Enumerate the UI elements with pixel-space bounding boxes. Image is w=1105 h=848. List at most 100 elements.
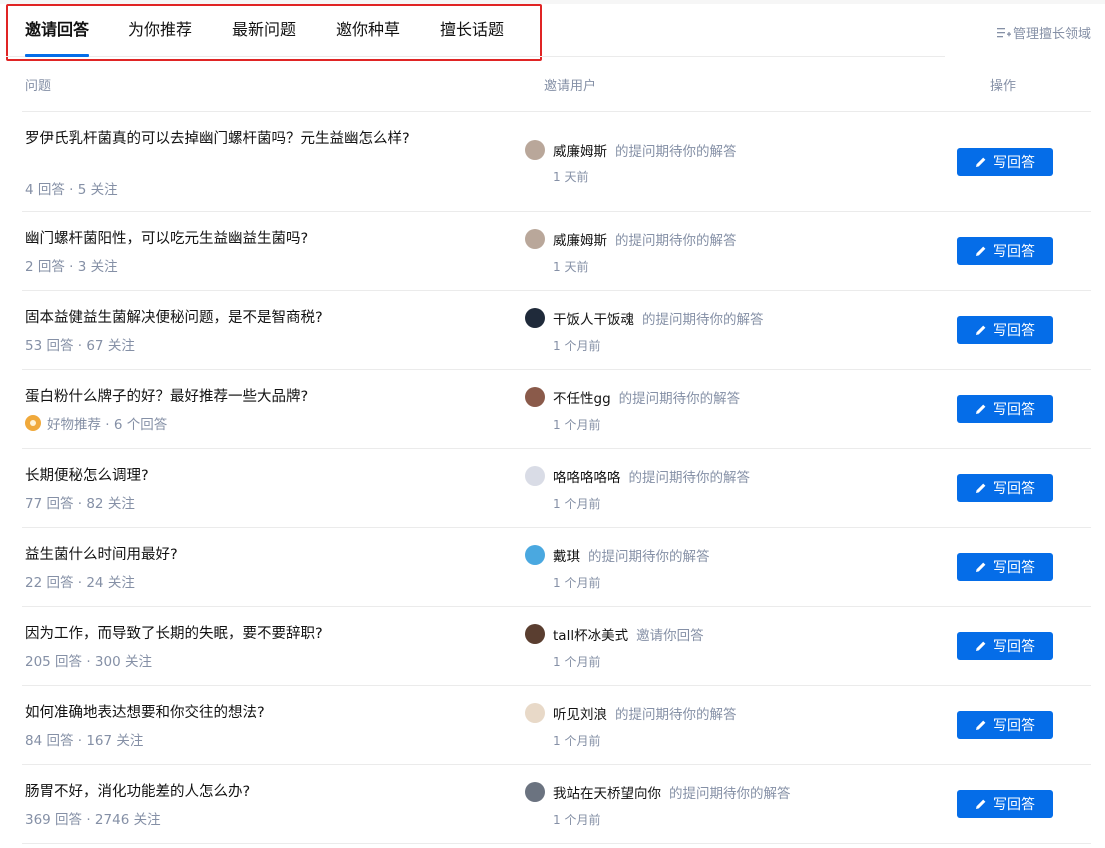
header-invited-user: 邀请用户 — [544, 79, 597, 94]
inviter-line: 干饭人干饭魂 的提问期待你的解答 — [525, 308, 764, 328]
pencil-icon — [976, 562, 986, 572]
write-answer-label: 写回答 — [993, 718, 1035, 734]
question-stats: 369 回答 · 2746 关注 — [25, 812, 161, 828]
avatar[interactable] — [525, 703, 545, 723]
inviter-line: 威廉姆斯 的提问期待你的解答 — [525, 229, 737, 249]
question-stats: 好物推荐 · 6 个回答 — [47, 417, 168, 433]
inviter-line: 不任性gg 的提问期待你的解答 — [525, 387, 740, 407]
write-answer-button[interactable]: 写回答 — [957, 553, 1053, 581]
avatar[interactable] — [525, 308, 545, 328]
inviter-name[interactable]: 咯咯咯咯咯 — [553, 466, 621, 486]
question-stats: 53 回答 · 67 关注 — [25, 338, 135, 354]
question-row: 长期便秘怎么调理? 77 回答 · 82 关注 咯咯咯咯咯 的提问期待你的解答 … — [22, 449, 1091, 528]
question-row: 益生菌什么时间用最好? 22 回答 · 24 关注 戴琪 的提问期待你的解答 1… — [22, 528, 1091, 607]
pencil-icon — [976, 720, 986, 730]
invite-message: 的提问期待你的解答 — [588, 549, 710, 565]
avatar[interactable] — [525, 140, 545, 160]
invite-message: 的提问期待你的解答 — [642, 312, 764, 328]
invite-answer-panel: 邀请回答 为你推荐 最新问题 邀你种草 擅长话题 管理擅长领域 问题 邀请用户 … — [0, 4, 1105, 848]
invite-time: 1 个月前 — [553, 497, 601, 511]
header-question: 问题 — [25, 79, 52, 94]
avatar[interactable] — [525, 387, 545, 407]
invite-message: 邀请你回答 — [636, 628, 704, 644]
pencil-icon — [976, 799, 986, 809]
invite-message: 的提问期待你的解答 — [669, 786, 791, 802]
tabs-divider — [6, 56, 945, 57]
inviter-name[interactable]: 威廉姆斯 — [553, 229, 607, 249]
avatar[interactable] — [525, 229, 545, 249]
pencil-icon — [976, 325, 986, 335]
question-title[interactable]: 如何准确地表达想要和你交往的想法? — [25, 702, 415, 724]
inviter-name[interactable]: 不任性gg — [553, 387, 611, 407]
question-title[interactable]: 肠胃不好，消化功能差的人怎么办? — [25, 781, 415, 803]
question-meta: 好物推荐 · 6 个回答 — [25, 413, 167, 433]
pencil-icon — [976, 157, 986, 167]
invite-message: 的提问期待你的解答 — [615, 233, 737, 249]
tab-recommended[interactable]: 为你推荐 — [128, 18, 192, 48]
inviter-line: 听见刘浪 的提问期待你的解答 — [525, 703, 737, 723]
invite-time: 1 天前 — [553, 260, 589, 274]
inviter-line: 威廉姆斯 的提问期待你的解答 — [525, 140, 737, 160]
pencil-icon — [976, 246, 986, 256]
inviter-name[interactable]: 干饭人干饭魂 — [553, 308, 634, 328]
write-answer-button[interactable]: 写回答 — [957, 711, 1053, 739]
manage-expertise-link[interactable]: 管理擅长领域 — [996, 23, 1091, 42]
write-answer-button[interactable]: 写回答 — [957, 148, 1053, 176]
inviter-name[interactable]: tall杯冰美式 — [553, 624, 628, 644]
inviter-name[interactable]: 威廉姆斯 — [553, 140, 607, 160]
invite-time: 1 天前 — [553, 170, 589, 184]
write-answer-button[interactable]: 写回答 — [957, 474, 1053, 502]
avatar[interactable] — [525, 782, 545, 802]
invite-time: 1 个月前 — [553, 576, 601, 590]
question-meta: 84 回答 · 167 关注 — [25, 729, 143, 749]
question-title[interactable]: 固本益健益生菌解决便秘问题，是不是智商税? — [25, 307, 415, 329]
invite-message: 的提问期待你的解答 — [615, 144, 737, 160]
invite-message: 的提问期待你的解答 — [615, 707, 737, 723]
question-row: 如何准确地表达想要和你交往的想法? 84 回答 · 167 关注 听见刘浪 的提… — [22, 686, 1091, 765]
tab-latest-questions[interactable]: 最新问题 — [232, 18, 296, 48]
question-row: 蛋白粉什么牌子的好？最好推荐一些大品牌? 好物推荐 · 6 个回答 不任性gg … — [22, 370, 1091, 449]
inviter-line: 咯咯咯咯咯 的提问期待你的解答 — [525, 466, 750, 486]
avatar[interactable] — [525, 624, 545, 644]
write-answer-button[interactable]: 写回答 — [957, 316, 1053, 344]
question-title[interactable]: 因为工作，而导致了长期的失眠，要不要辞职? — [25, 623, 415, 645]
question-row: 幽门螺杆菌阳性，可以吃元生益幽益生菌吗? 2 回答 · 3 关注 威廉姆斯 的提… — [22, 212, 1091, 291]
write-answer-button[interactable]: 写回答 — [957, 395, 1053, 423]
write-answer-label: 写回答 — [993, 244, 1035, 260]
question-title[interactable]: 益生菌什么时间用最好? — [25, 544, 415, 566]
manage-expertise-label: 管理擅长领域 — [1012, 27, 1091, 42]
tab-invite-recommend[interactable]: 邀你种草 — [336, 18, 400, 48]
avatar[interactable] — [525, 466, 545, 486]
tab-expert-topics[interactable]: 擅长话题 — [440, 18, 504, 48]
question-stats: 205 回答 · 300 关注 — [25, 654, 152, 670]
avatar[interactable] — [525, 545, 545, 565]
write-answer-label: 写回答 — [993, 639, 1035, 655]
inviter-name[interactable]: 听见刘浪 — [553, 703, 607, 723]
question-title[interactable]: 罗伊氏乳杆菌真的可以去掉幽门螺杆菌吗？元生益幽怎么样? — [25, 128, 415, 150]
write-answer-button[interactable]: 写回答 — [957, 237, 1053, 265]
question-title[interactable]: 幽门螺杆菌阳性，可以吃元生益幽益生菌吗? — [25, 228, 415, 250]
question-meta: 2 回答 · 3 关注 — [25, 255, 118, 275]
write-answer-button[interactable]: 写回答 — [957, 790, 1053, 818]
question-title[interactable]: 蛋白粉什么牌子的好？最好推荐一些大品牌? — [25, 386, 415, 408]
manage-list-icon — [996, 27, 1011, 37]
question-title[interactable]: 长期便秘怎么调理? — [25, 465, 415, 487]
invite-time: 1 个月前 — [553, 734, 601, 748]
invite-message: 的提问期待你的解答 — [628, 470, 751, 486]
pencil-icon — [976, 641, 986, 651]
pencil-icon — [976, 483, 986, 493]
question-meta: 4 回答 · 5 关注 — [25, 178, 118, 198]
question-meta: 205 回答 · 300 关注 — [25, 650, 152, 670]
question-row: 肠胃不好，消化功能差的人怎么办? 369 回答 · 2746 关注 我站在天桥望… — [22, 765, 1091, 844]
question-row: 因为工作，而导致了长期的失眠，要不要辞职? 205 回答 · 300 关注 ta… — [22, 607, 1091, 686]
write-answer-label: 写回答 — [993, 481, 1035, 497]
inviter-line: 戴琪 的提问期待你的解答 — [525, 545, 710, 565]
question-meta: 369 回答 · 2746 关注 — [25, 808, 161, 828]
inviter-name[interactable]: 戴琪 — [553, 545, 580, 565]
write-answer-button[interactable]: 写回答 — [957, 632, 1053, 660]
write-answer-label: 写回答 — [993, 402, 1035, 418]
inviter-name[interactable]: 我站在天桥望向你 — [553, 782, 661, 802]
medal-icon — [25, 415, 41, 431]
invite-time: 1 个月前 — [553, 655, 601, 669]
tab-invite-answer[interactable]: 邀请回答 — [25, 18, 89, 48]
